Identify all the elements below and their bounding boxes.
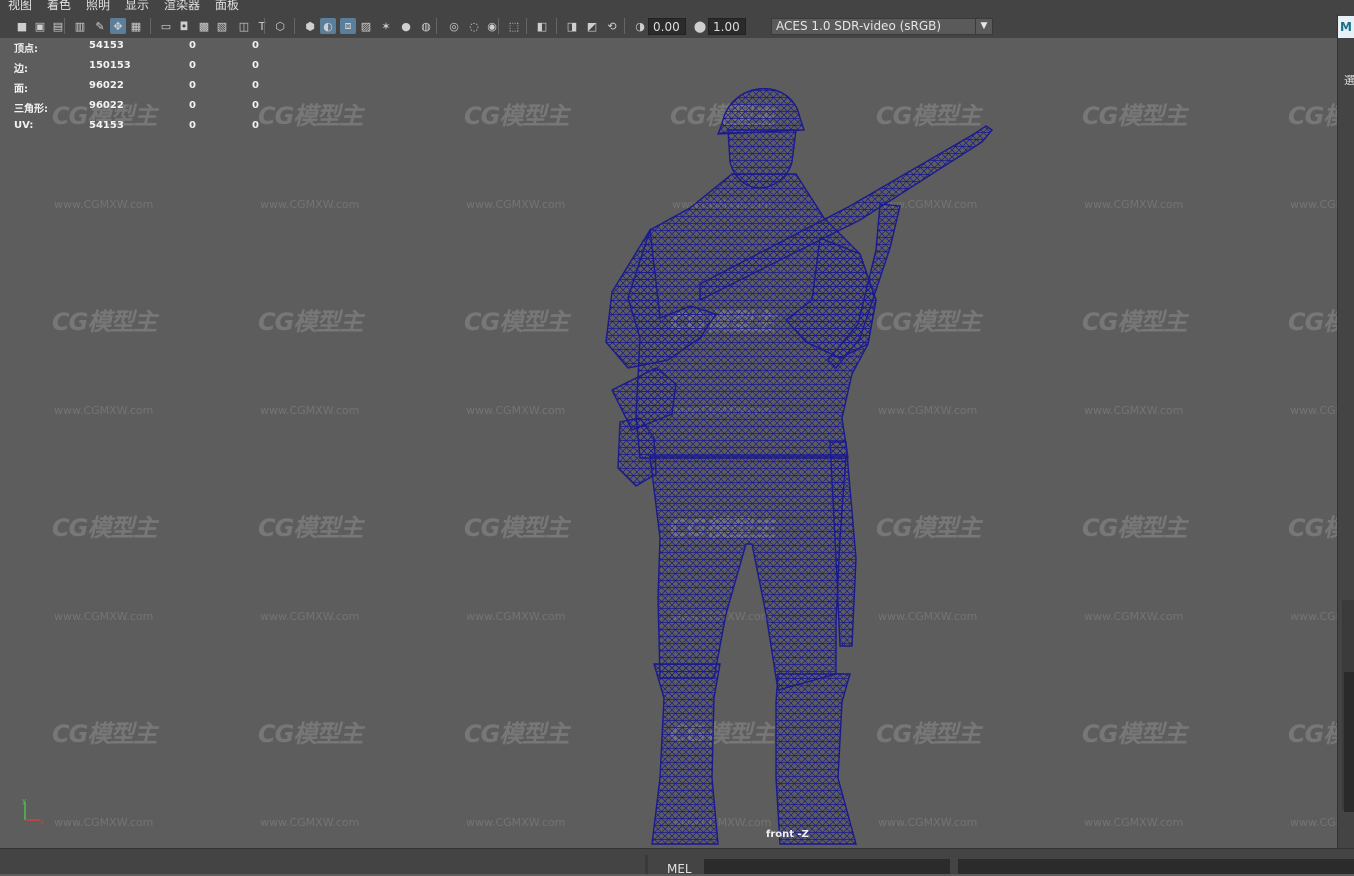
right-panel-label: 選 (1344, 74, 1354, 87)
maya-logo-icon: M (1338, 16, 1354, 38)
hud-value: 0 (189, 40, 196, 51)
hud-value: 54153 (89, 120, 124, 131)
menu-view[interactable]: 视图 (8, 0, 32, 11)
toolbar-separator (556, 18, 557, 34)
svg-text:y: y (22, 798, 26, 805)
hud-value: 54153 (89, 40, 124, 51)
xray-icon[interactable]: ◧ (534, 18, 550, 34)
hud-value: 0 (252, 100, 259, 111)
hud-value: 150153 (89, 60, 131, 71)
soldier-left-boot[interactable] (651, 663, 721, 845)
toolbar-separator (150, 18, 151, 34)
hud-value: 0 (252, 40, 259, 51)
exposure-field[interactable]: 0.00 (648, 18, 686, 35)
hud-value: 0 (189, 60, 196, 71)
wireframe-icon[interactable]: ⬡ (272, 18, 288, 34)
hud-value: 96022 (89, 100, 124, 111)
screen-space-ao-icon[interactable]: ◍ (418, 18, 434, 34)
menu-show[interactable]: 显示 (125, 0, 149, 11)
menu-shading[interactable]: 着色 (47, 0, 71, 11)
axis-gizmo: y x (22, 798, 44, 826)
menu-lighting[interactable]: 照明 (86, 0, 110, 11)
hud-row: UV: 54153 0 0 (14, 120, 274, 140)
hud-value: 0 (252, 120, 259, 131)
2d-pan-zoom-icon[interactable]: ✥ (110, 18, 126, 34)
poly-count-hud: 顶点: 54153 0 0 边: 150153 0 0 面: 96022 0 0 三角形: 96022 0 0… (14, 40, 274, 140)
smooth-shade-icon[interactable]: ⬢ (302, 18, 318, 34)
color-space-label: ACES 1.0 SDR-video (sRGB) (776, 19, 942, 33)
resolution-gate-icon[interactable]: ◘ (176, 18, 192, 34)
splitter-handle[interactable] (645, 855, 648, 874)
camera-attributes-icon[interactable]: ▣ (32, 18, 48, 34)
viewport-menubar: 视图 着色 照明 显示 渲染器 面板 (0, 0, 1354, 14)
3d-viewport[interactable]: CG模型主 CG模型主 CG模型主 CG模型主 www.CGMXW.com www.CGM… (0, 38, 1337, 848)
xray-joints-icon[interactable]: ◩ (584, 18, 600, 34)
hud-value: 0 (189, 120, 196, 131)
hud-row: 顶点: 54153 0 0 (14, 40, 274, 60)
gate-mask-icon[interactable]: ▩ (196, 18, 212, 34)
command-line-bar: MEL (0, 848, 1354, 876)
isolate-select-icon[interactable]: ⬚ (506, 18, 522, 34)
soldier-wireframe-model[interactable] (0, 38, 1337, 848)
svg-text:x: x (40, 818, 44, 826)
image-plane-icon[interactable]: ▥ (72, 18, 88, 34)
hud-value: 0 (189, 80, 196, 91)
right-scrollbar-thumb[interactable] (1344, 672, 1354, 812)
gamma-icon[interactable]: ◑ (632, 18, 648, 34)
field-chart-icon[interactable]: ▧ (214, 18, 230, 34)
default-material-icon[interactable]: ◐ (320, 18, 336, 34)
soldier-right-boot[interactable] (775, 673, 857, 845)
use-all-lights-icon[interactable]: ✶ (378, 18, 394, 34)
hud-label: 三角形: (14, 104, 48, 115)
hud-row: 面: 96022 0 0 (14, 80, 274, 100)
motion-blur-icon[interactable]: ◎ (446, 18, 462, 34)
hud-value: 96022 (89, 80, 124, 91)
textured-icon[interactable]: ▨ (358, 18, 374, 34)
hud-value: 0 (252, 60, 259, 71)
safe-action-icon[interactable]: ◫ (236, 18, 252, 34)
gamma-field[interactable]: 1.00 (708, 18, 746, 35)
toolbar-separator (294, 18, 295, 34)
camera-select-icon[interactable]: ■ (14, 18, 30, 34)
exposure-icon[interactable]: ⟲ (604, 18, 620, 34)
film-gate-icon[interactable]: ▭ (158, 18, 174, 34)
chevron-down-icon[interactable]: ▼ (975, 19, 992, 34)
menu-renderer[interactable]: 渲染器 (164, 0, 200, 11)
command-input[interactable] (704, 859, 950, 874)
soldier-helmet[interactable] (716, 87, 805, 135)
grease-pencil-icon[interactable]: ✎ (92, 18, 108, 34)
mel-language-button[interactable]: MEL (667, 862, 692, 876)
soldier-trousers[interactable] (649, 455, 847, 691)
hud-label: 面: (14, 84, 28, 95)
wireframe-on-shaded-icon[interactable]: ⧈ (340, 18, 356, 34)
menu-panels[interactable]: 面板 (215, 0, 239, 11)
toolbar-separator (436, 18, 437, 34)
hud-label: UV: (14, 120, 34, 131)
hud-label: 顶点: (14, 44, 38, 55)
toolbar-separator (498, 18, 499, 34)
panel-toolbar: ■ ▣ ▤ ▥ ✎ ✥ ▦ ▭ ◘ ▩ ▧ ◫ T ⬡ ⬢ ◐ ⧈ ▨ ✶ ● ◍ ◎ ◌ ◉ ⬚ ◧ ◨ ◩ ⟲ ◑ ⬤ 0.00 1.0… (0, 14, 1354, 39)
hud-row: 三角形: 96022 0 0 (14, 100, 274, 120)
hud-label: 边: (14, 64, 28, 75)
xray-active-icon[interactable]: ◨ (564, 18, 580, 34)
hud-value: 0 (252, 80, 259, 91)
anti-aliasing-icon[interactable]: ◌ (466, 18, 482, 34)
hud-row: 边: 150153 0 0 (14, 60, 274, 80)
toolbar-separator (264, 18, 265, 34)
grid-icon[interactable]: ▦ (128, 18, 144, 34)
hud-value: 0 (189, 100, 196, 111)
camera-name-label: front -Z (766, 829, 809, 840)
color-space-dropdown[interactable]: ACES 1.0 SDR-video (sRGB) ▼ (771, 18, 993, 35)
toolbar-separator (624, 18, 625, 34)
shadows-icon[interactable]: ● (398, 18, 414, 34)
toolbar-separator (64, 18, 65, 34)
safe-title-icon[interactable]: T (254, 18, 270, 34)
color-management-icon[interactable]: ⬤ (692, 18, 708, 34)
toolbar-separator (526, 18, 527, 34)
command-result-field (958, 859, 1354, 874)
